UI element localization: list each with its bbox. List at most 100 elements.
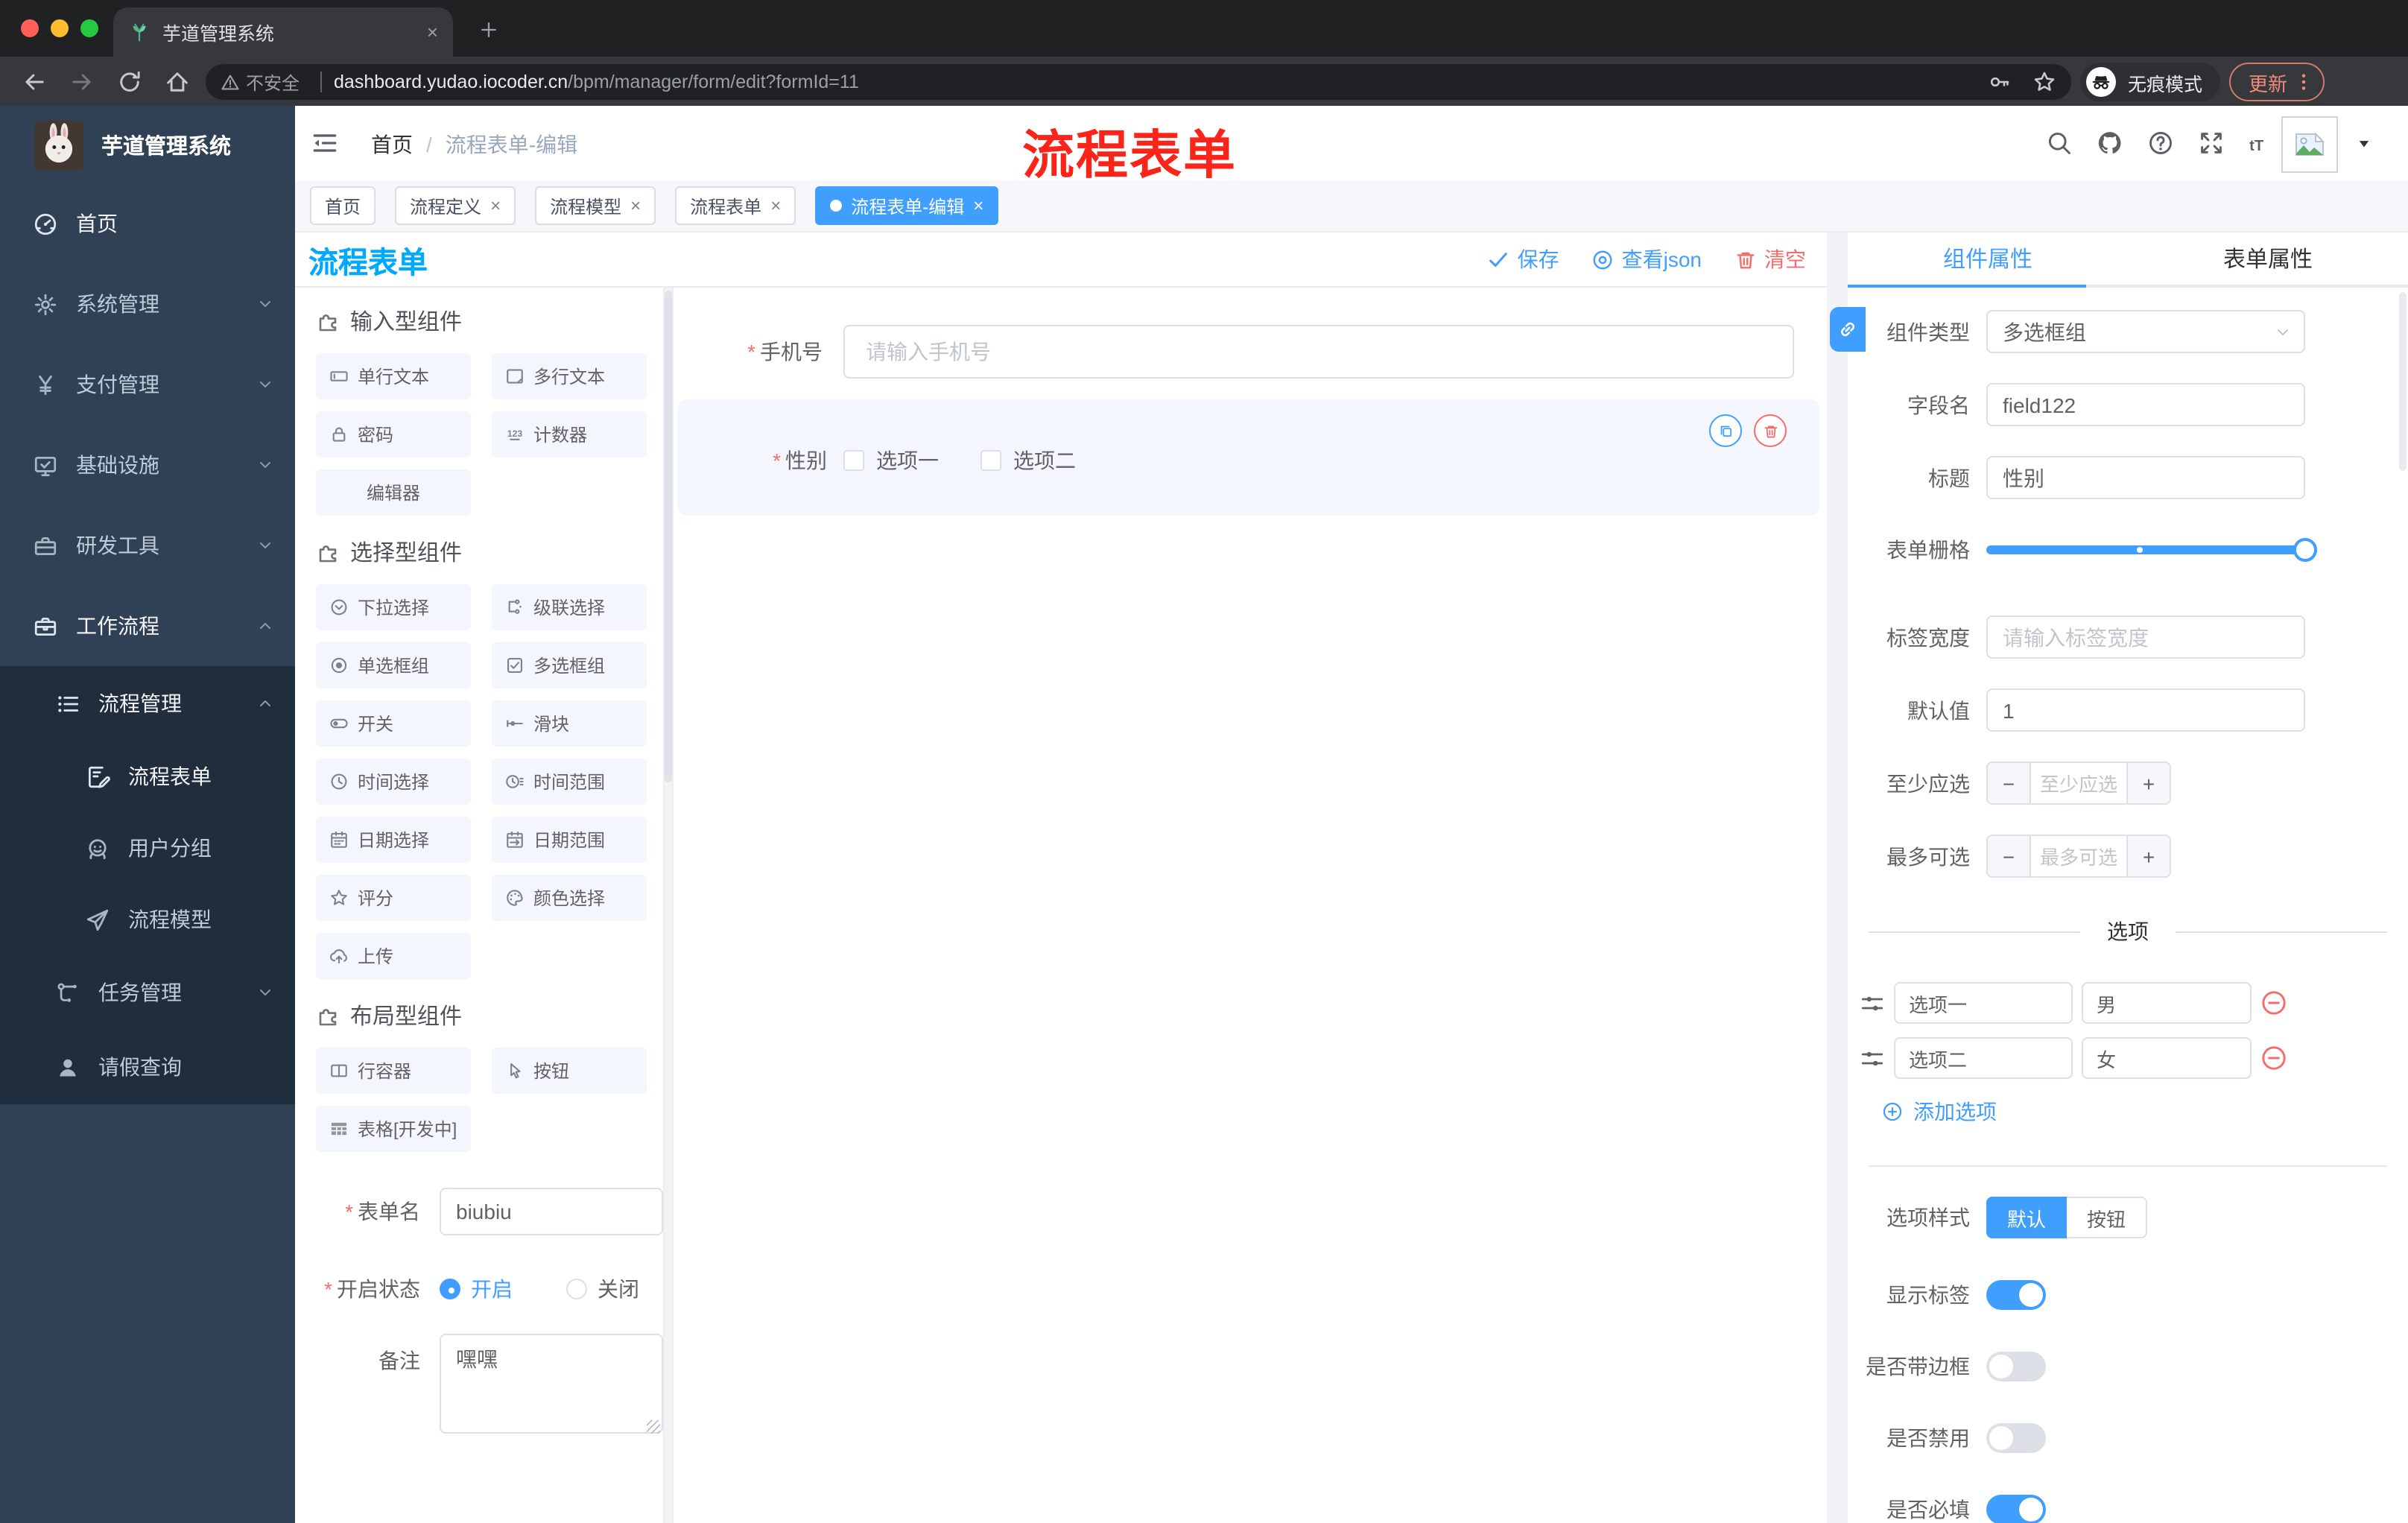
- option-style-default[interactable]: 默认: [1986, 1197, 2067, 1238]
- drag-icon[interactable]: [1860, 990, 1885, 1016]
- toggle-switch[interactable]: [1986, 1423, 2046, 1453]
- drawer-handle[interactable]: [1830, 307, 1866, 352]
- remove-option-button[interactable]: [2260, 990, 2287, 1016]
- sidebar-item[interactable]: 流程表单: [0, 741, 295, 812]
- reload-icon[interactable]: [116, 68, 143, 95]
- option-value-input[interactable]: [2082, 982, 2252, 1024]
- label-width-input[interactable]: [1986, 615, 2305, 659]
- sidebar-item[interactable]: 流程模型: [0, 884, 295, 955]
- stepper-minus-button[interactable]: −: [1988, 763, 2031, 803]
- option-value-input[interactable]: [2082, 1037, 2252, 1079]
- clear-button[interactable]: 清空: [1734, 244, 1806, 274]
- close-tag-icon[interactable]: ×: [973, 195, 983, 216]
- drag-icon[interactable]: [1860, 1045, 1885, 1071]
- new-tab-button[interactable]: [471, 12, 507, 48]
- sidebar-item[interactable]: 系统管理: [0, 264, 295, 344]
- help-icon[interactable]: [2147, 130, 2174, 156]
- address-bar[interactable]: 不安全 dashboard.yudao.iocoder.cn/bpm/manag…: [206, 64, 2071, 100]
- option-label-input[interactable]: [1894, 1037, 2073, 1079]
- status-radio-off[interactable]: 关闭: [566, 1274, 639, 1304]
- save-button[interactable]: 保存: [1488, 244, 1559, 274]
- close-window-button[interactable]: [21, 19, 39, 37]
- home-icon[interactable]: [164, 68, 191, 95]
- component-item[interactable]: 表格[开发中]: [316, 1106, 471, 1152]
- field-name-input[interactable]: [1986, 383, 2305, 426]
- phone-field-input[interactable]: [843, 325, 1794, 379]
- component-item[interactable]: 单行文本: [316, 353, 471, 399]
- sidebar-item[interactable]: 任务管理: [0, 955, 295, 1030]
- remove-option-button[interactable]: [2260, 1045, 2287, 1071]
- forward-icon[interactable]: [69, 68, 95, 95]
- component-item[interactable]: 多行文本: [492, 353, 647, 399]
- component-item[interactable]: 级联选择: [492, 584, 647, 630]
- form-remark-textarea[interactable]: 嘿嘿: [440, 1334, 663, 1434]
- close-tag-icon[interactable]: ×: [630, 195, 641, 216]
- component-item[interactable]: 开关: [316, 700, 471, 747]
- panel-scrollbar-thumb[interactable]: [665, 291, 672, 782]
- avatar-caret-icon[interactable]: [2356, 137, 2372, 151]
- sidebar-item[interactable]: 支付管理: [0, 344, 295, 425]
- sidebar-item[interactable]: 请假查询: [0, 1030, 295, 1104]
- add-option-button[interactable]: 添加选项: [1882, 1097, 2408, 1127]
- component-item[interactable]: 日期范围: [492, 817, 647, 863]
- component-item[interactable]: 123 计数器: [492, 411, 647, 457]
- toggle-switch[interactable]: [1986, 1280, 2046, 1310]
- selected-component-block[interactable]: * 性别 选项一 选项二: [678, 399, 1819, 516]
- component-item[interactable]: 颜色选择: [492, 875, 647, 921]
- gender-checkbox[interactable]: 选项二: [980, 446, 1076, 475]
- status-radio-on[interactable]: 开启: [440, 1274, 513, 1304]
- tab-component-props[interactable]: 组件属性: [1848, 232, 2128, 288]
- component-item[interactable]: 滑块: [492, 700, 647, 747]
- min-select-value[interactable]: 至少应选: [2031, 763, 2126, 803]
- component-item[interactable]: 单选框组: [316, 642, 471, 688]
- tag-item[interactable]: 流程表单 ×: [675, 186, 796, 225]
- security-label[interactable]: 不安全: [246, 69, 300, 95]
- close-tab-icon[interactable]: ×: [427, 21, 438, 43]
- view-json-button[interactable]: 查看json: [1592, 244, 1702, 274]
- component-item[interactable]: 行容器: [316, 1048, 471, 1094]
- component-item[interactable]: 评分: [316, 875, 471, 921]
- browser-update-button[interactable]: 更新: [2228, 63, 2325, 101]
- bookmark-star-icon[interactable]: [2032, 70, 2056, 94]
- key-icon[interactable]: [1988, 70, 2012, 94]
- sidebar-item[interactable]: 用户分组: [0, 812, 295, 884]
- toggle-switch[interactable]: [1986, 1352, 2046, 1381]
- search-icon[interactable]: [2046, 130, 2073, 156]
- default-value-input[interactable]: [1986, 688, 2305, 732]
- sidebar-item[interactable]: 流程管理: [0, 666, 295, 741]
- copy-component-button[interactable]: [1709, 414, 1742, 447]
- sidebar-item[interactable]: 基础设施: [0, 425, 295, 505]
- option-style-button[interactable]: 按钮: [2067, 1197, 2147, 1238]
- close-tag-icon[interactable]: ×: [770, 195, 781, 216]
- tag-item[interactable]: 流程定义 ×: [395, 186, 516, 225]
- component-item[interactable]: 多选框组: [492, 642, 647, 688]
- tag-item[interactable]: 流程模型 ×: [535, 186, 656, 225]
- font-size-icon[interactable]: tT: [2249, 130, 2275, 156]
- browser-tab[interactable]: 芋道管理系统 ×: [113, 7, 453, 57]
- component-item[interactable]: 时间范围: [492, 759, 647, 805]
- back-icon[interactable]: [21, 68, 48, 95]
- gender-checkbox[interactable]: 选项一: [843, 446, 939, 475]
- tag-item[interactable]: 首页: [310, 186, 376, 225]
- sidebar-item[interactable]: 首页: [0, 183, 295, 264]
- form-name-input[interactable]: [440, 1188, 663, 1235]
- phone-field-row[interactable]: * 手机号: [674, 325, 1813, 379]
- field-title-input[interactable]: [1986, 456, 2305, 499]
- component-item[interactable]: 日期选择: [316, 817, 471, 863]
- avatar[interactable]: [2281, 116, 2338, 173]
- sidebar-item[interactable]: 研发工具: [0, 505, 295, 586]
- component-item[interactable]: 编辑器: [316, 469, 471, 516]
- browser-menu-dots-icon[interactable]: [2293, 72, 2314, 92]
- stepper-minus-button[interactable]: −: [1988, 836, 2031, 876]
- toggle-switch[interactable]: [1986, 1495, 2046, 1523]
- tab-form-props[interactable]: 表单属性: [2128, 232, 2408, 285]
- breadcrumb-home[interactable]: 首页: [371, 130, 413, 159]
- collapse-sidebar-icon[interactable]: [310, 128, 340, 158]
- max-select-value[interactable]: 最多可选: [2031, 836, 2126, 876]
- tag-active[interactable]: 流程表单-编辑 ×: [815, 186, 999, 225]
- stepper-plus-button[interactable]: +: [2126, 836, 2170, 876]
- checkbox-box[interactable]: [843, 450, 864, 471]
- component-item[interactable]: 按钮: [492, 1048, 647, 1094]
- right-scrollbar-thumb[interactable]: [2399, 292, 2407, 471]
- fullscreen-icon[interactable]: [2198, 130, 2225, 156]
